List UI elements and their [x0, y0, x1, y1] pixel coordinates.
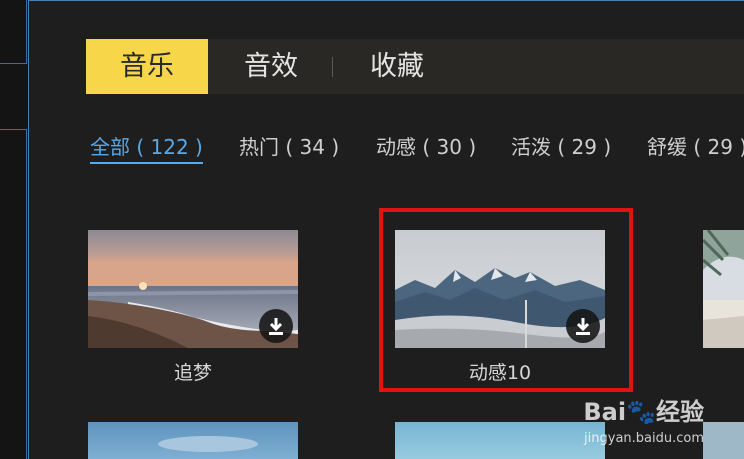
- left-frame-bottom: [0, 129, 27, 459]
- music-library-window: 音乐 音效 收藏 全部 ( 122 ) 热门 ( 34 ) 动感 ( 30 ) …: [0, 0, 744, 459]
- download-button[interactable]: [259, 309, 293, 343]
- card-thumbnail: [703, 422, 744, 459]
- music-card[interactable]: [703, 422, 744, 459]
- tab-bar: 音乐 音效 收藏: [86, 39, 744, 94]
- filter-popular[interactable]: 热门 ( 34 ): [239, 131, 339, 160]
- tab-music[interactable]: 音乐: [86, 39, 208, 94]
- download-icon: [269, 318, 283, 335]
- tab-sound-effects[interactable]: 音效: [208, 39, 334, 94]
- baidu-watermark: Bai🐾经验 jingyan.baidu.com: [583, 392, 704, 446]
- filter-all[interactable]: 全部 ( 122 ): [90, 131, 203, 164]
- watermark-logo: Bai🐾经验: [583, 398, 704, 426]
- card-thumbnail: [88, 422, 298, 459]
- download-button[interactable]: [566, 309, 600, 343]
- tab-favorites[interactable]: 收藏: [334, 39, 460, 94]
- watermark-url: jingyan.baidu.com: [584, 431, 704, 446]
- music-card[interactable]: [88, 422, 298, 459]
- filter-soothing[interactable]: 舒缓 ( 29 ): [647, 131, 744, 160]
- left-frame-top: [0, 0, 27, 64]
- music-card[interactable]: [703, 230, 744, 348]
- card-title: 追梦: [173, 362, 212, 384]
- card-thumbnail: [703, 230, 744, 348]
- filter-lively[interactable]: 活泼 ( 29 ): [511, 131, 611, 160]
- filter-dynamic[interactable]: 动感 ( 30 ): [376, 131, 476, 160]
- music-card[interactable]: 动感10: [395, 230, 605, 390]
- card-title: 动感10: [468, 362, 532, 384]
- tab-separator: [332, 57, 333, 77]
- music-card[interactable]: 追梦: [88, 230, 298, 390]
- music-card[interactable]: [395, 422, 605, 459]
- card-thumbnail: [395, 422, 605, 459]
- download-icon: [576, 318, 590, 335]
